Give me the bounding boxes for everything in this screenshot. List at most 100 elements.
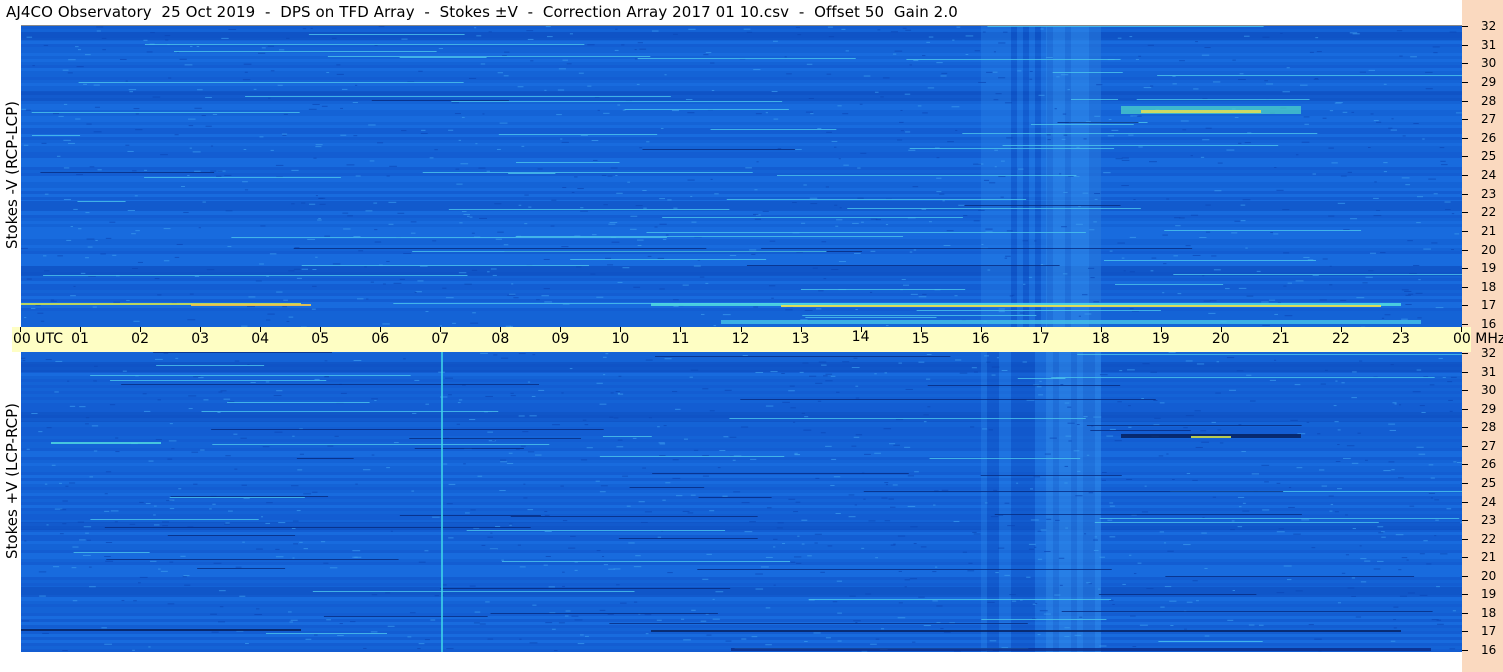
speckle	[1328, 147, 1334, 149]
interference-line	[1017, 378, 1066, 379]
bright-emission	[191, 304, 311, 306]
speckle	[1422, 138, 1425, 140]
speckle	[836, 580, 843, 582]
speckle	[410, 232, 416, 234]
speckle	[1034, 240, 1037, 242]
speckle	[388, 201, 397, 203]
freq-tick-mark	[1462, 353, 1468, 354]
interference-line	[265, 633, 388, 634]
frequency-band	[21, 263, 1462, 266]
speckle	[139, 576, 148, 578]
speckle	[1060, 384, 1064, 386]
speckle	[467, 215, 470, 217]
interference-line	[1002, 145, 1279, 146]
speckle	[175, 357, 179, 359]
speckle	[104, 556, 111, 558]
speckle	[755, 113, 762, 115]
speckle	[968, 562, 973, 564]
speckle	[1435, 519, 1439, 521]
speckle	[742, 354, 748, 356]
speckle	[793, 511, 799, 513]
speckle	[925, 378, 931, 380]
speckle	[646, 141, 650, 143]
speckle	[996, 357, 999, 359]
speckle	[1101, 471, 1107, 473]
speckle	[63, 199, 72, 201]
speckle	[355, 84, 358, 86]
speckle	[495, 526, 501, 528]
speckle	[621, 44, 625, 46]
speckle	[242, 79, 251, 81]
freq-tick-mark	[1462, 482, 1468, 484]
speckle	[690, 369, 699, 371]
speckle	[50, 300, 57, 302]
speckle	[62, 69, 69, 71]
speckle	[987, 269, 991, 271]
speckle	[1296, 467, 1303, 469]
speckle	[1246, 295, 1254, 297]
speckle	[198, 377, 204, 379]
time-tick-label: 05	[311, 331, 330, 347]
speckle	[1444, 201, 1451, 203]
speckle	[890, 31, 899, 33]
speckle	[1061, 226, 1067, 228]
speckle	[986, 71, 993, 73]
speckle	[471, 269, 478, 271]
speckle	[464, 283, 472, 285]
speckle	[407, 636, 412, 638]
frequency-band	[21, 59, 1462, 62]
speckle	[188, 395, 197, 397]
freq-tick-mark	[1462, 44, 1468, 46]
speckle	[1329, 284, 1333, 286]
speckle	[1141, 398, 1144, 400]
speckle	[1094, 115, 1101, 117]
speckle	[874, 373, 877, 375]
speckle	[474, 27, 477, 29]
speckle	[312, 103, 320, 105]
speckle	[788, 390, 795, 392]
speckle	[998, 42, 1006, 44]
speckle	[1355, 616, 1362, 618]
speckle	[537, 168, 543, 170]
speckle	[1380, 252, 1386, 254]
speckle	[315, 195, 318, 197]
speckle	[601, 174, 607, 176]
speckle	[1186, 473, 1191, 475]
speckle	[1046, 134, 1051, 136]
speckle	[634, 49, 637, 51]
speckle	[287, 611, 292, 613]
speckle	[1238, 79, 1246, 81]
speckle	[965, 35, 974, 37]
speckle	[828, 36, 835, 38]
speckle	[855, 397, 860, 399]
speckle	[307, 238, 316, 240]
speckle	[500, 459, 507, 461]
speckle	[1128, 134, 1134, 136]
speckle	[1093, 301, 1100, 303]
speckle	[854, 252, 861, 254]
speckle	[574, 619, 583, 621]
speckle	[818, 290, 824, 292]
speckle	[599, 491, 606, 493]
speckle	[1184, 628, 1187, 630]
speckle	[1407, 240, 1413, 242]
speckle	[687, 112, 695, 114]
speckle	[1431, 619, 1439, 621]
speckle	[366, 298, 369, 300]
speckle	[424, 639, 430, 641]
speckle	[339, 623, 343, 625]
bottom-panel-ylabel: Stokes +V (LCP-RCP)	[3, 403, 21, 559]
speckle	[672, 477, 681, 479]
interference-line	[90, 519, 259, 520]
speckle	[1440, 553, 1448, 555]
speckle	[1004, 257, 1008, 259]
frequency-band	[21, 68, 1462, 71]
interference-line	[296, 458, 354, 459]
speckle	[956, 26, 961, 28]
dark-emission	[651, 630, 1401, 632]
speckle	[59, 533, 64, 535]
speckle	[386, 175, 390, 177]
speckle	[474, 611, 481, 613]
speckle	[1009, 594, 1016, 596]
speckle	[777, 148, 782, 150]
